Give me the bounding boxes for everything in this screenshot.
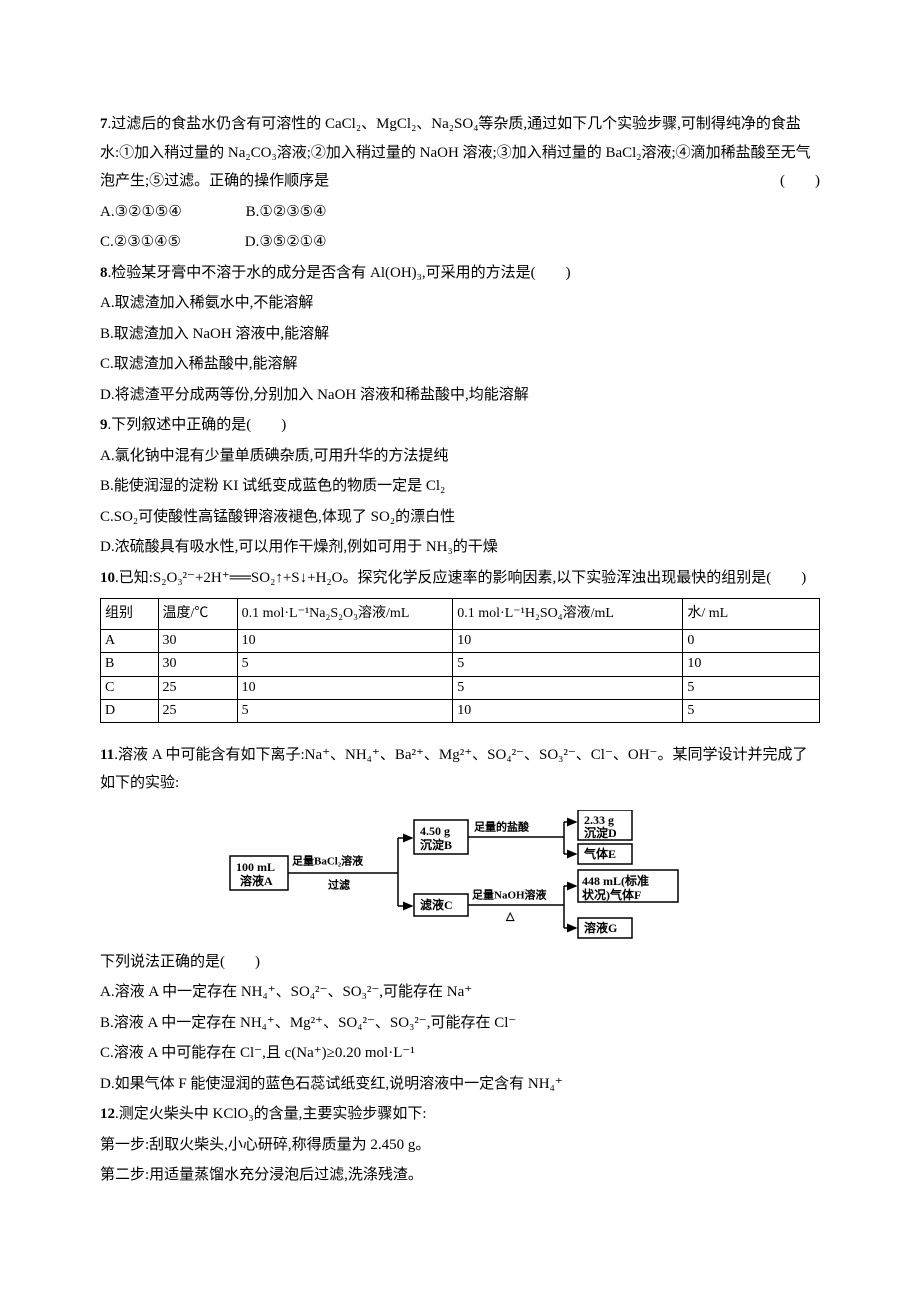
diag-naoh: 足量NaOH溶液 (472, 887, 548, 901)
diag-solA: 溶液A (240, 873, 273, 888)
q10-table: 组别 温度/℃ 0.1 mol·L⁻¹Na₂S₂O₃溶液/mL 0.1 mol·… (100, 598, 820, 723)
diag-precB: 沉淀B (420, 837, 452, 852)
cell: 5 (237, 653, 453, 676)
table-row: B 30 5 5 10 (101, 653, 820, 676)
q7-number: 7 (100, 116, 108, 132)
cell: 5 (683, 676, 820, 699)
q8-stem: 8.检验某牙膏中不溶于水的成分是否含有 Al(OH)₃,可采用的方法是( ) (100, 259, 820, 288)
diag-450g: 4.50 g (420, 824, 450, 838)
table-header-row: 组别 温度/℃ 0.1 mol·L⁻¹Na₂S₂O₃溶液/mL 0.1 mol·… (101, 599, 820, 630)
q12-number: 12 (100, 1106, 115, 1122)
q11-optD: D.如果气体 F 能使湿润的蓝色石蕊试纸变红,说明溶液中一定含有 NH₄⁺ (100, 1070, 820, 1099)
cell: 25 (158, 699, 237, 722)
q9-text: .下列叙述中正确的是( ) (108, 417, 287, 433)
th-water: 水/ mL (683, 599, 820, 630)
q11-diagram: 100 mL 溶液A 足量BaCl₂溶液 过滤 4.50 g 沉淀B 滤液C 足… (220, 810, 700, 940)
th-na2s2o3: 0.1 mol·L⁻¹Na₂S₂O₃溶液/mL (237, 599, 453, 630)
q7-optA: A.③②①⑤④ (100, 198, 182, 227)
diag-gasE: 气体E (583, 846, 616, 861)
q10-stem: 10.已知:S₂O₃²⁻+2H⁺══SO₂↑+S↓+H₂O。探究化学反应速率的影… (100, 564, 820, 593)
diag-heat: △ (505, 910, 515, 922)
q10-text: .已知:S₂O₃²⁻+2H⁺══SO₂↑+S↓+H₂O。探究化学反应速率的影响因… (115, 570, 806, 586)
cell: 5 (237, 699, 453, 722)
q11-optC: C.溶液 A 中可能存在 Cl⁻,且 c(Na⁺)≥0.20 mol·L⁻¹ (100, 1039, 820, 1068)
cell: 10 (453, 630, 683, 653)
cell: C (101, 676, 159, 699)
cell: D (101, 699, 159, 722)
cell: 5 (453, 676, 683, 699)
diag-bacl2: 足量BaCl₂溶液 (292, 853, 364, 867)
q8-text: .检验某牙膏中不溶于水的成分是否含有 Al(OH)₃,可采用的方法是( ) (108, 265, 571, 281)
th-h2so4: 0.1 mol·L⁻¹H₂SO₄溶液/mL (453, 599, 683, 630)
q12-stem: 12.测定火柴头中 KClO₃的含量,主要实验步骤如下: (100, 1100, 820, 1129)
cell: 10 (237, 676, 453, 699)
diag-448b: 状况)气体F (582, 887, 641, 902)
cell: B (101, 653, 159, 676)
cell: 30 (158, 653, 237, 676)
q8-optC: C.取滤渣加入稀盐酸中,能溶解 (100, 350, 820, 379)
q8-optD: D.将滤渣平分成两等份,分别加入 NaOH 溶液和稀盐酸中,均能溶解 (100, 381, 820, 410)
q7-optB: B.①②③⑤④ (246, 198, 327, 227)
q10-number: 10 (100, 570, 115, 586)
cell: 30 (158, 630, 237, 653)
q11-optB: B.溶液 A 中一定存在 NH₄⁺、Mg²⁺、SO₄²⁻、SO₃²⁻,可能存在 … (100, 1009, 820, 1038)
q9-stem: 9.下列叙述中正确的是( ) (100, 411, 820, 440)
q7-optC: C.②③①④⑤ (100, 228, 181, 257)
q9-number: 9 (100, 417, 108, 433)
q7-text: .过滤后的食盐水仍含有可溶性的 CaCl₂、MgCl₂、Na₂SO₄等杂质,通过… (100, 116, 811, 189)
th-temp: 温度/℃ (158, 599, 237, 630)
cell: 10 (683, 653, 820, 676)
q11-text: .溶液 A 中可能含有如下离子:Na⁺、NH₄⁺、Ba²⁺、Mg²⁺、SO₄²⁻… (100, 747, 807, 792)
q11-number: 11 (100, 747, 114, 763)
cell: 10 (237, 630, 453, 653)
q12-step2: 第二步:用适量蒸馏水充分浸泡后过滤,洗涤残渣。 (100, 1161, 820, 1190)
diag-filtC: 滤液C (420, 897, 453, 912)
q8-optB: B.取滤渣加入 NaOH 溶液中,能溶解 (100, 320, 820, 349)
q9-optA: A.氯化钠中混有少量单质碘杂质,可用升华的方法提纯 (100, 442, 820, 471)
q8-optA: A.取滤渣加入稀氨水中,不能溶解 (100, 289, 820, 318)
q7-paren: ( ) (780, 167, 820, 196)
cell: A (101, 630, 159, 653)
q12-text: .测定火柴头中 KClO₃的含量,主要实验步骤如下: (115, 1106, 427, 1122)
q7-optD: D.③⑤②①④ (245, 228, 327, 257)
q11-after: 下列说法正确的是( ) (100, 948, 820, 977)
table-row: D 25 5 10 5 (101, 699, 820, 722)
diag-448a: 448 mL(标准 (582, 873, 649, 888)
q8-number: 8 (100, 265, 108, 281)
diag-solG: 溶液G (584, 920, 617, 935)
diag-233g: 2.33 g (584, 813, 614, 827)
q9-optB: B.能使润湿的淀粉 KI 试纸变成蓝色的物质一定是 Cl₂ (100, 472, 820, 501)
th-group: 组别 (101, 599, 159, 630)
q11-stem: 11.溶液 A 中可能含有如下离子:Na⁺、NH₄⁺、Ba²⁺、Mg²⁺、SO₄… (100, 741, 820, 798)
q9-optC: C.SO₂可使酸性高锰酸钾溶液褪色,体现了 SO₂的漂白性 (100, 503, 820, 532)
q9-optD: D.浓硫酸具有吸水性,可以用作干燥剂,例如可用于 NH₃的干燥 (100, 533, 820, 562)
cell: 0 (683, 630, 820, 653)
cell: 10 (453, 699, 683, 722)
q11-optA: A.溶液 A 中一定存在 NH₄⁺、SO₄²⁻、SO₃²⁻,可能存在 Na⁺ (100, 978, 820, 1007)
diag-filter: 过滤 (328, 877, 350, 891)
cell: 25 (158, 676, 237, 699)
table-row: A 30 10 10 0 (101, 630, 820, 653)
q12-step1: 第一步:刮取火柴头,小心研碎,称得质量为 2.450 g。 (100, 1131, 820, 1160)
diag-100ml: 100 mL (236, 860, 275, 874)
q7-row2: C.②③①④⑤ D.③⑤②①④ (100, 228, 820, 257)
q7-stem: 7.过滤后的食盐水仍含有可溶性的 CaCl₂、MgCl₂、Na₂SO₄等杂质,通… (100, 110, 820, 196)
diag-hcl: 足量的盐酸 (474, 819, 530, 833)
diag-precD: 沉淀D (584, 825, 617, 840)
q7-row1: A.③②①⑤④ B.①②③⑤④ (100, 198, 820, 227)
table-row: C 25 10 5 5 (101, 676, 820, 699)
cell: 5 (453, 653, 683, 676)
cell: 5 (683, 699, 820, 722)
